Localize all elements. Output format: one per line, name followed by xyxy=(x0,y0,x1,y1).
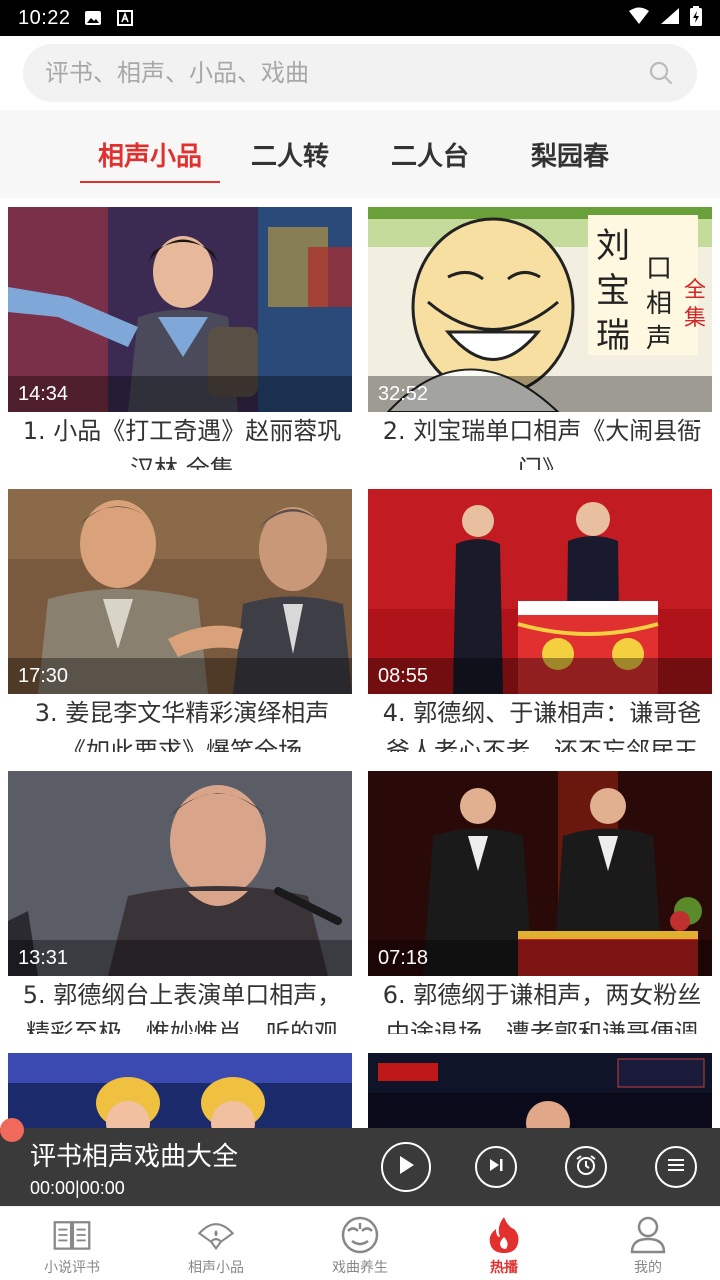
person-icon xyxy=(628,1215,668,1255)
skip-next-icon xyxy=(487,1156,505,1178)
nav-item-hot[interactable]: 热播 xyxy=(432,1207,576,1280)
video-card[interactable]: 07:18 6. 郭德纲于谦相声，两女粉丝中途退场，遭老郭和谦哥便调 xyxy=(368,762,712,1034)
bottom-navigation: 小说评书 相声小品 戏曲养生 热播 我的 xyxy=(0,1206,720,1280)
tab-errentai[interactable]: 二人台 xyxy=(360,110,500,198)
search-bar-area xyxy=(0,36,720,110)
nav-item-opera[interactable]: 戏曲养生 xyxy=(288,1207,432,1280)
svg-text:声: 声 xyxy=(646,324,672,354)
video-duration: 13:31 xyxy=(8,940,352,976)
nav-label: 戏曲养生 xyxy=(332,1260,388,1276)
video-card[interactable]: 17:30 3. 姜昆李文华精彩演绎相声《如此要求》爆笑全场 xyxy=(8,480,352,752)
video-thumbnail[interactable]: 17:30 xyxy=(8,489,352,694)
nav-label: 相声小品 xyxy=(188,1260,244,1276)
video-title[interactable]: 2. 刘宝瑞单口相声《大闹县衙门》 xyxy=(368,412,712,470)
video-card[interactable]: 14:34 1. 小品《打工奇遇》赵丽蓉巩汉林 全集 xyxy=(8,198,352,470)
video-duration: 08:55 xyxy=(368,658,712,694)
book-icon xyxy=(52,1215,92,1255)
sleep-timer-button[interactable] xyxy=(565,1146,607,1188)
status-bar: 10:22 xyxy=(0,0,720,36)
video-thumbnail[interactable]: 刘 宝 瑞 口 相 声 全 集 32:52 xyxy=(368,207,712,412)
font-notification-icon xyxy=(115,9,135,27)
video-title[interactable]: 6. 郭德纲于谦相声，两女粉丝中途退场，遭老郭和谦哥便调 xyxy=(368,976,712,1034)
status-time: 10:22 xyxy=(18,6,71,29)
video-title[interactable]: 4. 郭德纲、于谦相声：谦哥爸爸人老心不老，还不忘邻居王 xyxy=(368,694,712,752)
signal-icon xyxy=(660,7,680,29)
search-input[interactable] xyxy=(45,59,647,87)
video-thumbnail[interactable]: 07:18 xyxy=(368,771,712,976)
video-duration: 32:52 xyxy=(368,376,712,412)
play-icon xyxy=(396,1154,416,1180)
flame-icon xyxy=(484,1215,524,1255)
video-card[interactable]: 08:55 4. 郭德纲、于谦相声：谦哥爸爸人老心不老，还不忘邻居王 xyxy=(368,480,712,752)
battery-icon xyxy=(690,6,702,30)
video-card[interactable] xyxy=(8,1044,352,1128)
opera-mask-icon xyxy=(340,1215,380,1255)
player-time: 00:00|00:00 xyxy=(30,1178,125,1198)
video-title[interactable]: 5. 郭德纲台上表演单口相声，精彩至极，惟妙惟肖，听的观 xyxy=(8,976,352,1034)
playlist-button[interactable] xyxy=(655,1146,697,1188)
nav-item-novel[interactable]: 小说评书 xyxy=(0,1207,144,1280)
fan-icon xyxy=(196,1215,236,1255)
svg-text:全: 全 xyxy=(684,278,706,303)
tab-xiangsheng-xiaopin[interactable]: 相声小品 xyxy=(80,110,220,198)
video-duration: 07:18 xyxy=(368,940,712,976)
nav-item-crosstalk[interactable]: 相声小品 xyxy=(144,1207,288,1280)
video-duration: 17:30 xyxy=(8,658,352,694)
menu-list-icon xyxy=(666,1157,686,1177)
video-thumbnail[interactable] xyxy=(8,1053,352,1128)
wifi-icon xyxy=(628,7,650,29)
search-box[interactable] xyxy=(23,44,697,102)
mini-player[interactable]: 评书相声戏曲大全 00:00|00:00 xyxy=(0,1118,720,1206)
next-button[interactable] xyxy=(475,1146,517,1188)
nav-label: 热播 xyxy=(490,1260,518,1276)
floating-indicator[interactable] xyxy=(0,1118,24,1142)
tab-liyuanchun[interactable]: 梨园春 xyxy=(500,110,640,198)
svg-text:刘: 刘 xyxy=(596,226,630,266)
search-icon[interactable] xyxy=(647,59,675,87)
image-notification-icon xyxy=(83,9,103,27)
nav-label: 小说评书 xyxy=(44,1260,100,1276)
video-duration: 14:34 xyxy=(8,376,352,412)
svg-text:宝: 宝 xyxy=(596,271,630,311)
nav-label: 我的 xyxy=(634,1260,662,1276)
video-title[interactable]: 3. 姜昆李文华精彩演绎相声《如此要求》爆笑全场 xyxy=(8,694,352,752)
svg-text:口: 口 xyxy=(646,254,672,284)
svg-text:集: 集 xyxy=(684,306,706,331)
play-button[interactable] xyxy=(381,1142,431,1192)
video-thumbnail[interactable] xyxy=(368,1053,712,1128)
nav-item-mine[interactable]: 我的 xyxy=(576,1207,720,1280)
svg-text:相: 相 xyxy=(646,289,672,319)
video-card[interactable]: 刘 宝 瑞 口 相 声 全 集 32:52 2. 刘宝瑞单口相声《大闹县衙门》 xyxy=(368,198,712,470)
player-title: 评书相声戏曲大全 xyxy=(30,1142,239,1172)
video-grid: 14:34 1. 小品《打工奇遇》赵丽蓉巩汉林 全集 刘 宝 瑞 口 相 声 全… xyxy=(0,198,720,1128)
tab-errenzhuan[interactable]: 二人转 xyxy=(220,110,360,198)
category-tabs: 相声小品 二人转 二人台 梨园春 xyxy=(0,110,720,198)
video-thumbnail[interactable]: 13:31 xyxy=(8,771,352,976)
video-card[interactable]: 13:31 5. 郭德纲台上表演单口相声，精彩至极，惟妙惟肖，听的观 xyxy=(8,762,352,1034)
svg-text:瑞: 瑞 xyxy=(596,316,630,356)
video-thumbnail[interactable]: 14:34 xyxy=(8,207,352,412)
video-title[interactable]: 1. 小品《打工奇遇》赵丽蓉巩汉林 全集 xyxy=(8,412,352,470)
video-thumbnail[interactable]: 08:55 xyxy=(368,489,712,694)
alarm-clock-icon xyxy=(574,1153,598,1181)
video-card[interactable] xyxy=(368,1044,712,1128)
